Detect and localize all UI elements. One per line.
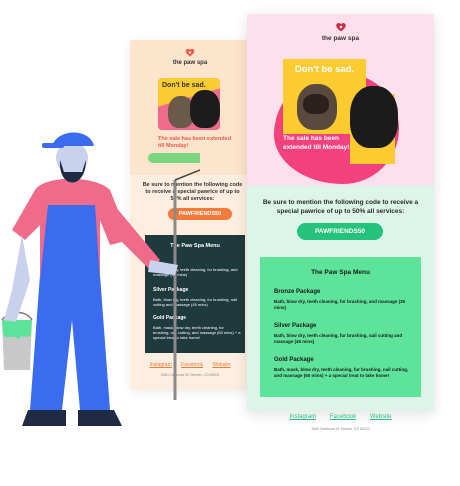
pug-face — [303, 94, 329, 114]
headline: Don't be sad. — [294, 64, 355, 75]
brand-name: the paw spa — [172, 60, 208, 66]
painter-overalls-bib — [40, 205, 100, 280]
headline: Don't be sad. — [162, 82, 206, 89]
shoe — [78, 410, 122, 426]
footer-links: Instagram Facebook Website — [247, 414, 434, 420]
paint-bucket-icon — [1, 311, 33, 370]
footer-address: 1560 California St, Denver, CO 80202 — [311, 427, 370, 431]
heart-paw-icon — [335, 22, 346, 32]
front-email-logo: the paw spa — [247, 22, 434, 42]
instagram-link[interactable]: Instagram — [290, 414, 317, 420]
menu-title: The Paw Spa Menu — [311, 269, 370, 276]
paint-roller-icon — [148, 153, 200, 163]
heart-paw-icon — [185, 48, 195, 57]
website-link[interactable]: Website — [213, 362, 231, 368]
facebook-link[interactable]: Facebook — [330, 414, 356, 420]
website-link[interactable]: Website — [370, 414, 392, 420]
package-desc: Bath, mask, blow dry, teeth cleaning, fu… — [274, 367, 409, 379]
brand-name: the paw spa — [321, 35, 360, 42]
promo-code-button[interactable]: PAWFRIENDS50 — [297, 223, 383, 240]
subline: The sale has been extended till Monday! — [283, 135, 350, 151]
menu-panel: The Paw Spa Menu Bronze Package Bath, bl… — [260, 257, 421, 397]
code-instructions: Be sure to mention the following code to… — [262, 199, 419, 215]
painter-illustration — [1, 132, 200, 426]
shoe — [22, 410, 66, 426]
back-email-logo: the paw spa — [130, 48, 250, 66]
package-name: Silver Package — [274, 323, 317, 329]
front-email-preview: the paw spa Don't be sad. The sale has b… — [247, 14, 434, 411]
package-name: Gold Package — [274, 357, 314, 363]
package-desc: Bath, blow dry, teeth cleaning, fur brus… — [274, 333, 403, 345]
painter-overalls-legs — [30, 275, 110, 410]
package-name: Bronze Package — [274, 289, 321, 295]
package-desc: Bath, blow dry, teeth cleaning, for brus… — [274, 299, 406, 311]
